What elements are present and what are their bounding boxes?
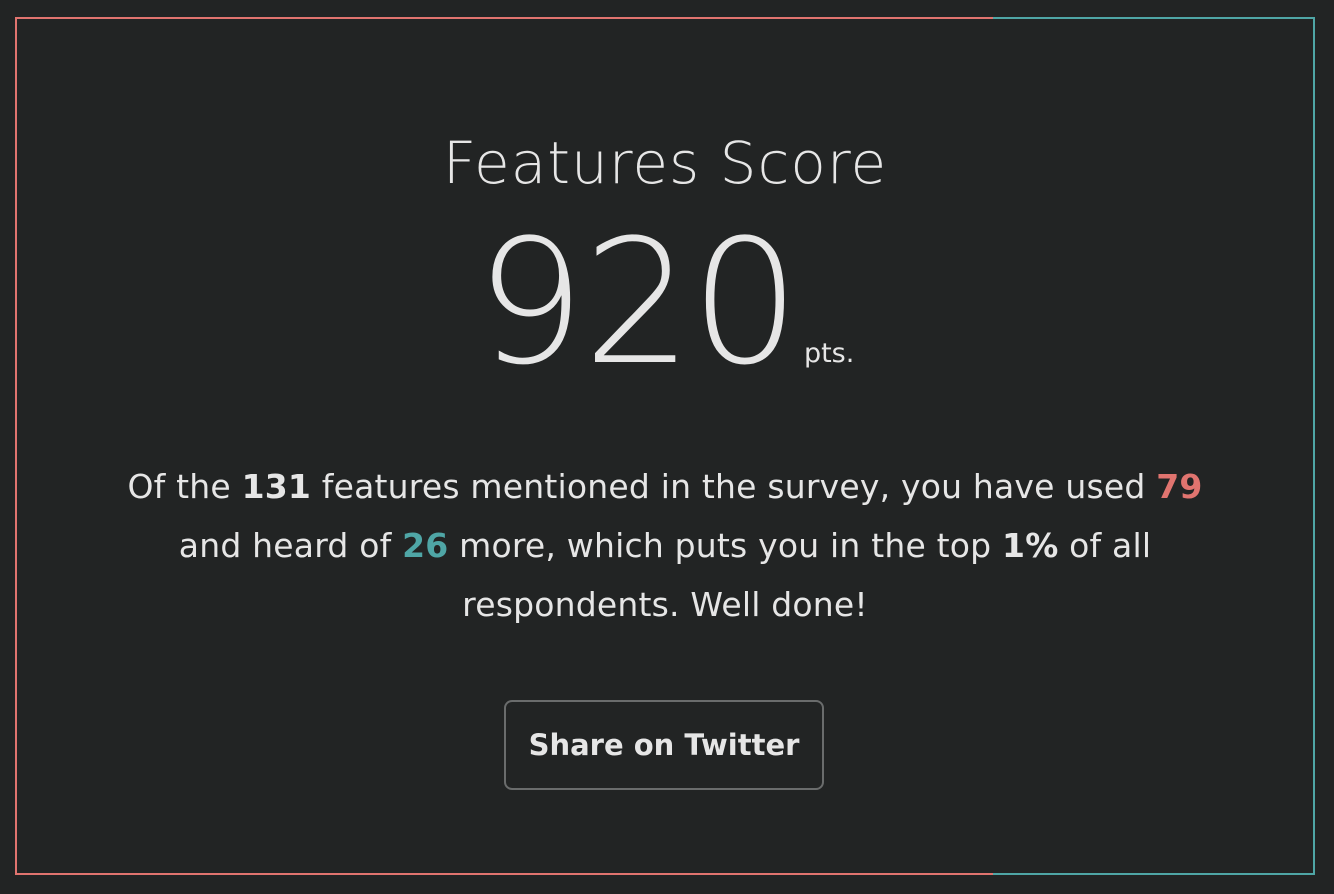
summary-text-2: features mentioned in the survey, you ha… xyxy=(311,467,1157,506)
card-border-top-red xyxy=(15,17,993,19)
card-border-top-teal xyxy=(993,17,1315,19)
share-on-twitter-button[interactable]: Share on Twitter xyxy=(504,700,824,790)
card-border-bottom-red xyxy=(15,873,993,875)
total-features-count: 131 xyxy=(241,467,312,506)
summary-text-1: Of the xyxy=(127,467,242,506)
page-title: Features Score xyxy=(442,129,888,197)
used-features-count: 79 xyxy=(1156,467,1203,506)
score-summary: Of the 131 features mentioned in the sur… xyxy=(115,457,1215,634)
score-display: 920 pts. xyxy=(15,217,1315,389)
summary-text-3: and heard of xyxy=(178,526,403,565)
percentile-value: 1% xyxy=(1002,526,1059,565)
summary-text-4: more, which puts you in the top xyxy=(448,526,1003,565)
heard-of-features-count: 26 xyxy=(402,526,449,565)
score-value: 920 xyxy=(475,202,800,403)
score-unit: pts. xyxy=(803,338,855,369)
score-card: Features Score 920 pts. Of the 131 featur… xyxy=(15,17,1315,875)
card-border-bottom-teal xyxy=(993,873,1315,875)
